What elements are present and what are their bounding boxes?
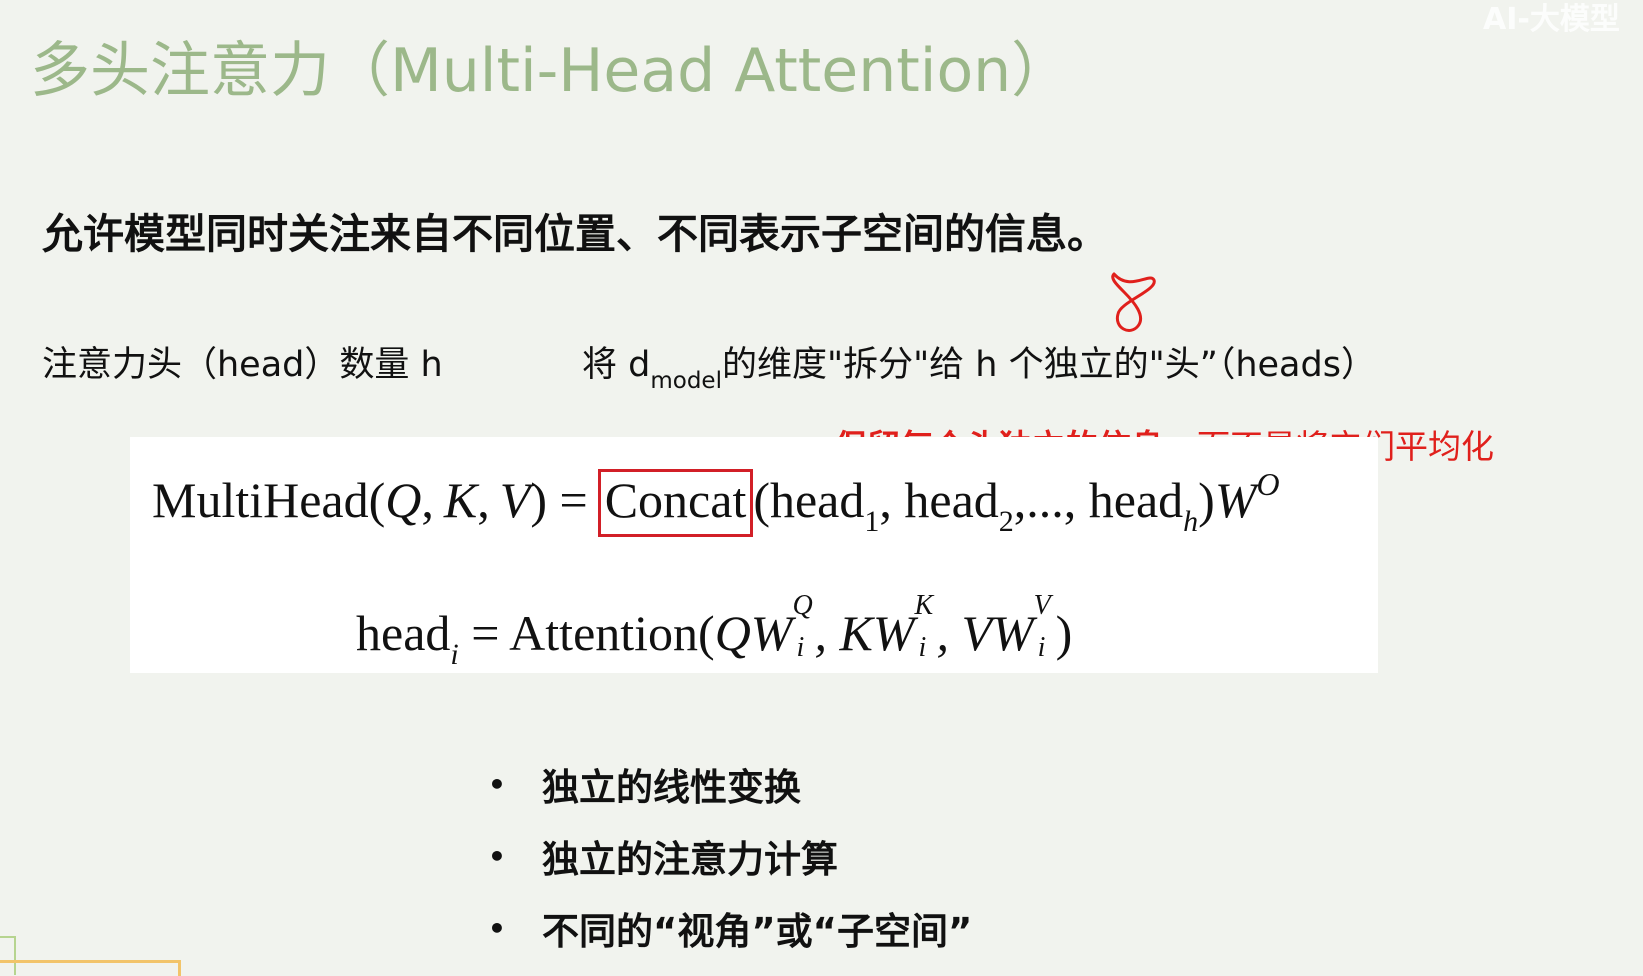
head-count-label: 注意力头（head）数量 h bbox=[42, 345, 443, 385]
f2-k-scripts: Ki bbox=[914, 590, 936, 663]
f1-sub2: 2 bbox=[998, 505, 1014, 538]
bullet-icon: • bbox=[488, 911, 506, 945]
split-description: 将 dmodel的维度"拆分"给 h 个独立的"头”（heads） bbox=[582, 336, 1376, 394]
list-item: • 不同的“视角”或“子空间” bbox=[488, 892, 972, 964]
split-subscript: model bbox=[650, 368, 722, 394]
f2-head: head bbox=[356, 605, 451, 661]
f2-kw: , KW bbox=[814, 605, 915, 661]
watermark-logo: AI-大模型 bbox=[1483, 2, 1620, 37]
list-item: • 独立的注意力计算 bbox=[488, 820, 972, 892]
f1-lhs: MultiHead( bbox=[152, 472, 386, 528]
f2-sub-k: i bbox=[918, 632, 927, 663]
f2-v-scripts: Vi bbox=[1034, 590, 1056, 663]
bullet-text: 独立的注意力计算 bbox=[542, 838, 838, 881]
f2-sup-v: V bbox=[1033, 590, 1051, 621]
f1-subh: h bbox=[1183, 505, 1199, 538]
f2-q-scripts: Qi bbox=[792, 590, 814, 663]
multihead-formula: MultiHead(Q, K, V) = Concat (head1, head2… bbox=[152, 466, 1280, 538]
f1-mid1: , head bbox=[879, 472, 999, 528]
f2-sup-k: K bbox=[914, 590, 934, 621]
lead-sentence: 允许模型同时关注来自不同位置、不同表示子空间的信息。 bbox=[42, 210, 1108, 258]
f1-close: ) bbox=[1198, 472, 1215, 528]
f2-sub-q: i bbox=[796, 632, 805, 663]
corner-decoration-orange bbox=[0, 960, 181, 976]
f2-vw: , VW bbox=[936, 605, 1034, 661]
f2-qw: QW bbox=[714, 605, 793, 661]
f1-open: (head bbox=[753, 472, 865, 528]
head-formula: headi = Attention(QW Qi, KW Ki, VW Vi) bbox=[356, 590, 1073, 672]
handwritten-eight-mark bbox=[1111, 272, 1156, 332]
f1-eq: ) = bbox=[530, 472, 588, 528]
f1-w: W bbox=[1214, 472, 1257, 528]
f1-mid2: ,..., head bbox=[1013, 472, 1184, 528]
bullet-text: 不同的“视角”或“子空间” bbox=[542, 910, 973, 953]
f2-subi: i bbox=[450, 638, 459, 671]
f1-supo: O bbox=[1256, 466, 1280, 502]
f2-close: ) bbox=[1055, 605, 1073, 661]
f2-sup-q: Q bbox=[792, 590, 813, 621]
f2-eq: = Attention( bbox=[458, 605, 715, 661]
f1-sub1: 1 bbox=[864, 505, 880, 538]
f2-sub-v: i bbox=[1037, 632, 1046, 663]
f1-k: K bbox=[443, 472, 478, 528]
split-suffix: 的维度"拆分"给 h 个独立的"头”（heads） bbox=[721, 345, 1376, 385]
bullet-text: 独立的线性变换 bbox=[542, 766, 801, 809]
bullet-icon: • bbox=[488, 767, 506, 801]
key-points-list: • 独立的线性变换 • 独立的注意力计算 • 不同的“视角”或“子空间” bbox=[488, 748, 972, 964]
bullet-icon: • bbox=[488, 839, 506, 873]
f1-q: Q bbox=[385, 472, 422, 528]
split-prefix: 将 d bbox=[582, 345, 651, 385]
list-item: • 独立的线性变换 bbox=[488, 748, 972, 820]
slide-title: 多头注意力（Multi-Head Attention） bbox=[30, 36, 1072, 106]
f1-v: V bbox=[499, 472, 531, 528]
concat-highlight: Concat bbox=[597, 469, 754, 537]
